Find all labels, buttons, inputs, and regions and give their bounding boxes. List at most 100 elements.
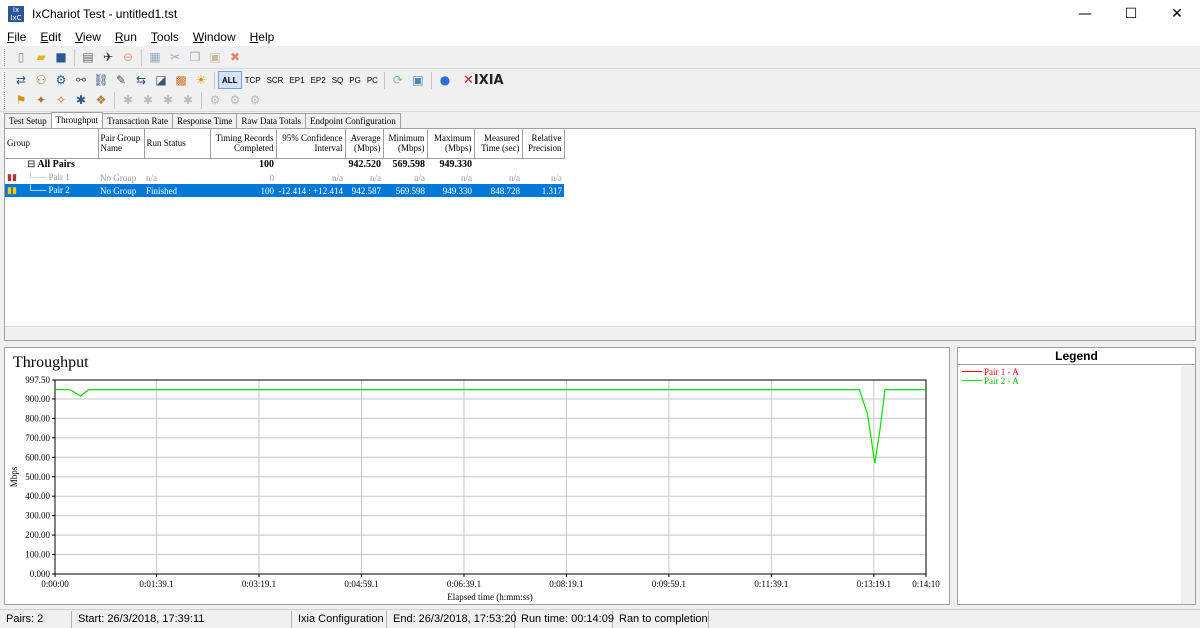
table-row[interactable]: ▮▮ └── Pair 1 No Group n/a 0 n/a n/a n/a…: [5, 171, 564, 184]
copy-icon[interactable]: ❐: [186, 48, 204, 66]
column-header-minimum[interactable]: Minimum (Mbps): [383, 129, 428, 159]
y-axis-label: Mbps: [9, 466, 19, 487]
open-folder-icon[interactable]: ▰: [32, 48, 50, 66]
menu-file[interactable]: File: [0, 30, 33, 44]
mode-all-button[interactable]: ALL: [218, 71, 242, 89]
disabled-tool-icon[interactable]: ⚙: [206, 91, 224, 109]
column-header-average[interactable]: Average (Mbps): [345, 129, 384, 159]
y-tick-label: 400.00: [25, 491, 50, 501]
column-header-confidence-interval[interactable]: 95% Confidence Interval: [276, 129, 346, 159]
tab-throughput[interactable]: Throughput: [50, 112, 104, 128]
x-tick-label: 0:06:39.1: [447, 579, 481, 589]
bulb-icon[interactable]: ☀: [192, 71, 210, 89]
column-header-timing-records[interactable]: Timing Records Completed: [210, 129, 277, 159]
status-run-time: Run time: 00:14:09: [515, 610, 614, 628]
menu-run[interactable]: Run: [108, 30, 144, 44]
cut-icon[interactable]: ✂: [166, 48, 184, 66]
cell-maximum: n/a: [461, 172, 472, 183]
toolbar-grip[interactable]: [4, 91, 7, 109]
chart-icon[interactable]: ◪: [152, 71, 170, 89]
add-multicast-icon[interactable]: ⚇: [32, 71, 50, 89]
disabled-tool-icon[interactable]: ✱: [119, 91, 137, 109]
save-icon[interactable]: ■: [52, 48, 70, 66]
tab-transaction-rate[interactable]: Transaction Rate: [102, 113, 174, 128]
endpoint-config-icon[interactable]: ❖: [92, 91, 110, 109]
disabled-tool-icon[interactable]: ✱: [159, 91, 177, 109]
mode-scr-button[interactable]: SCR: [264, 71, 287, 89]
legend-entry[interactable]: Pair 2 - A: [958, 376, 1195, 386]
print-icon[interactable]: ▤: [79, 48, 97, 66]
disabled-tool-icon[interactable]: ⚙: [246, 91, 264, 109]
legend-vertical-scrollbar[interactable]: [1181, 366, 1195, 604]
cell-ci: n/a: [332, 172, 343, 183]
x-tick-label: 0:08:19.1: [549, 579, 583, 589]
paste-icon[interactable]: ▣: [206, 48, 224, 66]
throughput-chart-panel: Throughput 0.000 100.00 200.00 300.00 400.00…: [4, 347, 950, 605]
y-tick-label: 0.000: [30, 569, 51, 579]
mode-ep1-button[interactable]: EP1: [286, 71, 307, 89]
legend-title: Legend: [958, 348, 1195, 365]
link-icon[interactable]: ⚯: [72, 71, 90, 89]
cell-precision: n/a: [551, 172, 562, 183]
delete-icon[interactable]: ✖: [226, 48, 244, 66]
endpoint-swap-icon[interactable]: ✧: [52, 91, 70, 109]
table-row[interactable]: ▮▮ └── Pair 2 No Group Finished 100 -12.…: [5, 184, 564, 197]
cell-pair-group: No Group: [98, 184, 144, 197]
tab-endpoint-configuration[interactable]: Endpoint Configuration: [305, 113, 401, 128]
new-file-icon[interactable]: ▯: [12, 48, 30, 66]
tab-test-setup[interactable]: Test Setup: [4, 113, 52, 128]
edit-pair-icon[interactable]: ⚙: [52, 71, 70, 89]
mode-pg-button[interactable]: PG: [346, 71, 364, 89]
toolbar-grip[interactable]: [4, 71, 7, 89]
edit-script-icon[interactable]: ✎: [112, 71, 130, 89]
close-button[interactable]: ✕: [1154, 0, 1200, 28]
toolbar-grip[interactable]: [4, 48, 7, 66]
disabled-tool-icon[interactable]: ⚙: [226, 91, 244, 109]
scripts-icon[interactable]: ▩: [172, 71, 190, 89]
pair-group-icon[interactable]: ⛓: [92, 71, 110, 89]
run-icon[interactable]: ✈: [99, 48, 117, 66]
column-header-pair-group-name[interactable]: Pair Group Name: [98, 129, 145, 159]
endpoint-tools-icon[interactable]: ✱: [72, 91, 90, 109]
stop-icon[interactable]: ⊖: [119, 48, 137, 66]
mode-tcp-button[interactable]: TCP: [242, 71, 264, 89]
mode-ep2-button[interactable]: EP2: [308, 71, 329, 89]
status-start: Start: 26/3/2018, 17:39:11: [72, 610, 292, 628]
refresh-icon[interactable]: ⟳: [389, 71, 407, 89]
tab-raw-data-totals[interactable]: Raw Data Totals: [236, 113, 307, 128]
menu-view[interactable]: View: [68, 30, 108, 44]
cell-ci: -12.414 : +12.414: [276, 184, 345, 197]
column-header-measured-time[interactable]: Measured Time (sec): [474, 129, 523, 159]
legend-panel: Legend Pair 1 - A Pair 2 - A: [957, 347, 1196, 605]
column-header-group[interactable]: Group: [5, 129, 99, 159]
menu-tools[interactable]: Tools: [144, 30, 186, 44]
minimize-button[interactable]: —: [1062, 0, 1108, 28]
collapse-icon[interactable]: ⊟: [27, 159, 35, 170]
x-tick-label: 0:00:00: [41, 579, 69, 589]
mode-sq-button[interactable]: SQ: [329, 71, 347, 89]
menu-edit[interactable]: Edit: [33, 30, 68, 44]
disabled-tool-icon[interactable]: ✱: [179, 91, 197, 109]
column-header-run-status[interactable]: Run Status: [144, 129, 211, 159]
table-row-all-pairs[interactable]: ⊟ All Pairs 100 942.520 569.598 949.330: [5, 158, 564, 171]
column-header-relative-precision[interactable]: Relative Precision: [522, 129, 565, 159]
menu-window[interactable]: Window: [186, 30, 243, 44]
mode-pc-button[interactable]: PC: [364, 71, 381, 89]
cell-time: 848.728: [474, 184, 522, 197]
endpoint-icon[interactable]: ⚑: [12, 91, 30, 109]
swap-icon[interactable]: ⇆: [132, 71, 150, 89]
cell-run-status: Finished: [144, 184, 210, 197]
add-pair-icon[interactable]: ⇄: [12, 71, 30, 89]
all-pairs-cell: ⊟ All Pairs: [5, 158, 98, 171]
tab-response-time[interactable]: Response Time: [172, 113, 238, 128]
properties-icon[interactable]: ▦: [146, 48, 164, 66]
cell-records: 100: [259, 159, 274, 171]
maximize-button[interactable]: ☐: [1108, 0, 1154, 28]
disabled-tool-icon[interactable]: ✱: [139, 91, 157, 109]
endpoint-edit-icon[interactable]: ✦: [32, 91, 50, 109]
info-icon[interactable]: ●: [436, 71, 454, 89]
horizontal-scrollbar[interactable]: [5, 326, 1195, 340]
monitor-icon[interactable]: ▣: [409, 71, 427, 89]
menu-help[interactable]: Help: [243, 30, 282, 44]
column-header-maximum[interactable]: Maximum (Mbps): [427, 129, 475, 159]
